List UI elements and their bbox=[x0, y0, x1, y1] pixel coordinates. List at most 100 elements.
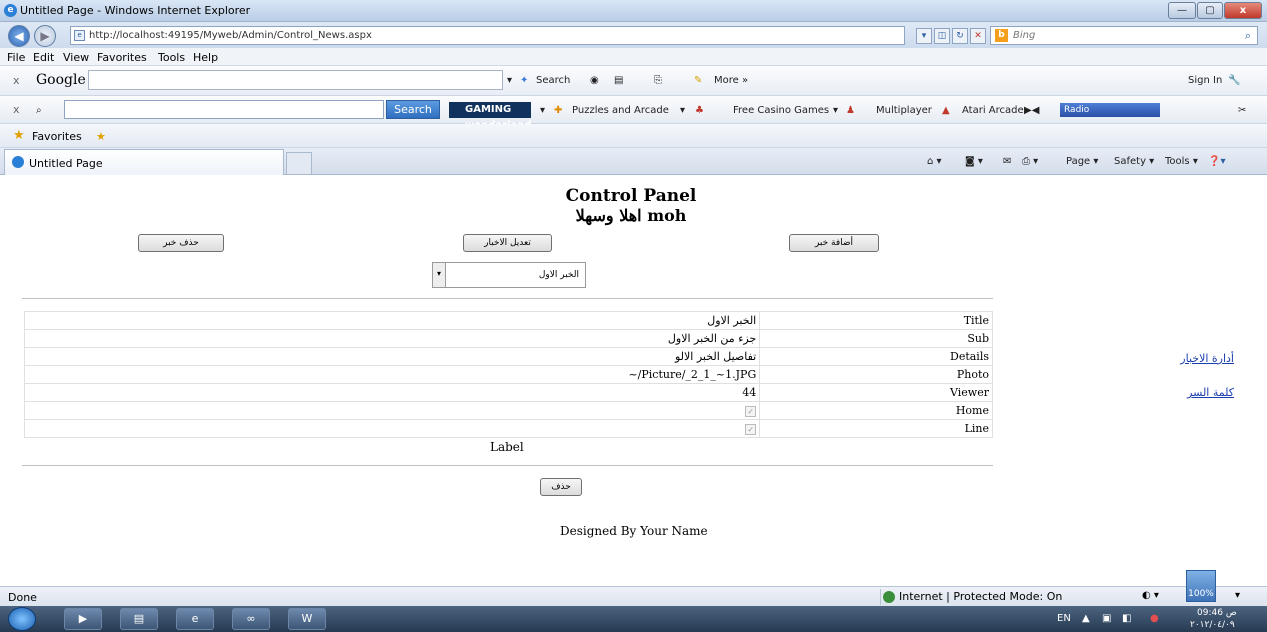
casino-link[interactable]: Free Casino Games bbox=[733, 105, 829, 116]
visual-studio-icon[interactable]: ∞ bbox=[232, 608, 270, 630]
details-key: Details bbox=[759, 347, 993, 366]
address-row: ◀ ▶ e http://localhost:49195/Myweb/Admin… bbox=[0, 22, 1267, 48]
start-button[interactable] bbox=[8, 607, 36, 631]
delete-button[interactable]: حذف bbox=[540, 478, 582, 496]
toolbar-search-button[interactable]: Search bbox=[386, 100, 440, 119]
globe-icon[interactable]: ◉ bbox=[590, 75, 599, 86]
wrench-icon[interactable]: 🔧 bbox=[1228, 75, 1240, 86]
language-indicator[interactable]: EN bbox=[1057, 613, 1071, 624]
explorer-icon[interactable]: ▤ bbox=[120, 608, 158, 630]
volume-icon[interactable]: ◧ bbox=[1122, 613, 1131, 624]
add-favorite-icon[interactable]: ★ bbox=[96, 130, 106, 143]
delete-news-button[interactable]: حذف خبر bbox=[138, 234, 224, 252]
protected-mode-icon[interactable]: ◐ ▾ bbox=[1142, 590, 1159, 601]
search-icon[interactable]: ⌕ bbox=[1245, 29, 1251, 43]
favorites-bar: ★ Favorites ★ bbox=[0, 124, 1267, 148]
news-dropdown[interactable]: ▾ الخبر الاول bbox=[432, 262, 586, 288]
help-icon[interactable]: ❓▾ bbox=[1208, 156, 1225, 167]
menu-edit[interactable]: Edit bbox=[33, 51, 54, 64]
tools-menu[interactable]: Tools ▾ bbox=[1165, 156, 1198, 167]
dropdown-arrow-icon[interactable]: ▾ bbox=[916, 28, 932, 44]
divider-top bbox=[22, 298, 993, 299]
clock-date[interactable]: ٢٠١٢/٠٤/٠٩ bbox=[1190, 620, 1235, 630]
gaming-dropdown-icon[interactable]: ▾ bbox=[540, 105, 545, 116]
sign-in-button[interactable]: Sign In bbox=[1188, 75, 1222, 86]
media-player-icon[interactable]: ▶ bbox=[64, 608, 102, 630]
atari-link[interactable]: Atari Arcade bbox=[962, 105, 1024, 116]
menu-file[interactable]: File bbox=[7, 51, 25, 64]
search-box[interactable]: b Bing ⌕ bbox=[990, 26, 1258, 45]
mail-icon[interactable]: ✉ bbox=[1003, 156, 1011, 167]
home-checkbox[interactable]: ✓ bbox=[745, 406, 757, 417]
casino-dropdown-icon[interactable]: ▾ bbox=[833, 105, 838, 116]
google-search-input[interactable] bbox=[88, 70, 503, 90]
compatibility-icon[interactable]: ◫ bbox=[934, 28, 950, 44]
multiplayer-link[interactable]: Multiplayer bbox=[876, 105, 932, 116]
address-bar[interactable]: e http://localhost:49195/Myweb/Admin/Con… bbox=[70, 26, 905, 45]
more-button[interactable]: More » bbox=[714, 75, 748, 86]
home-icon[interactable]: ⌂ ▾ bbox=[927, 156, 942, 167]
zoom-level[interactable]: 100% bbox=[1186, 570, 1216, 602]
menu-help[interactable]: Help bbox=[193, 51, 218, 64]
tray-expand-icon[interactable]: ▲ bbox=[1082, 613, 1090, 624]
forward-button[interactable]: ▶ bbox=[34, 25, 56, 47]
print-icon[interactable]: ⎙ ▾ bbox=[1022, 156, 1038, 167]
close-button[interactable]: x bbox=[1224, 2, 1262, 19]
highlight-icon[interactable]: ✎ bbox=[694, 75, 702, 86]
add-news-button[interactable]: أضافة خبر bbox=[789, 234, 879, 252]
chevron-down-icon[interactable]: ▾ bbox=[433, 263, 446, 287]
tab-untitled-page[interactable]: Untitled Page bbox=[4, 149, 284, 175]
minimize-button[interactable]: — bbox=[1168, 2, 1196, 19]
puzzles-dropdown-icon[interactable]: ▾ bbox=[680, 105, 685, 116]
zone-text: Internet | Protected Mode: On bbox=[899, 590, 1063, 603]
bing-icon: b bbox=[995, 29, 1008, 42]
radio-selector[interactable]: Radio bbox=[1060, 103, 1160, 117]
divider-bottom bbox=[22, 465, 993, 466]
bookmarks-icon[interactable]: ▤ bbox=[614, 75, 623, 86]
addon-toolbar: x ⌕ Search GAMING wonderland ▾ ✚ Puzzles… bbox=[0, 96, 1267, 131]
security-icon[interactable]: ● bbox=[1150, 613, 1159, 624]
password-link[interactable]: كلمة السر bbox=[1187, 386, 1234, 399]
safety-menu[interactable]: Safety ▾ bbox=[1114, 156, 1154, 167]
table-row: ~/Picture/_2_1_~1.JPG Photo bbox=[23, 365, 993, 384]
security-zone[interactable]: Internet | Protected Mode: On bbox=[880, 589, 1100, 605]
google-logo: Google bbox=[36, 72, 86, 88]
google-dropdown-icon[interactable]: ▾ bbox=[507, 75, 512, 86]
google-search-button[interactable]: Search bbox=[536, 75, 570, 86]
tab-row: Untitled Page ⌂ ▾ ◙ ▾ ✉ ⎙ ▾ Page ▾ Safet… bbox=[0, 148, 1267, 175]
status-bar: Done Internet | Protected Mode: On ◐ ▾ ▾ bbox=[0, 586, 1267, 606]
share-icon[interactable]: ⎘ bbox=[654, 75, 662, 86]
feeds-icon[interactable]: ◙ ▾ bbox=[965, 156, 983, 167]
stop-icon[interactable]: ✕ bbox=[970, 28, 986, 44]
puzzles-link[interactable]: Puzzles and Arcade bbox=[572, 105, 669, 116]
internet-explorer-icon[interactable]: e bbox=[176, 608, 214, 630]
maximize-button[interactable]: ▢ bbox=[1197, 2, 1223, 19]
line-checkbox[interactable]: ✓ bbox=[745, 424, 757, 435]
back-button[interactable]: ◀ bbox=[8, 25, 30, 47]
menu-tools[interactable]: Tools bbox=[158, 51, 185, 64]
taskbar: ▶ ▤ e ∞ W EN ▲ ▣ ◧ ● 09:46 ص ٢٠١٢/٠٤/٠٩ bbox=[0, 606, 1267, 632]
zoom-dropdown-icon[interactable]: ▾ bbox=[1235, 590, 1240, 601]
new-tab-button[interactable] bbox=[286, 152, 312, 174]
toolbar-search-input[interactable] bbox=[64, 100, 384, 119]
refresh-icon[interactable]: ↻ bbox=[952, 28, 968, 44]
google-search-icon: ✦ bbox=[520, 75, 529, 86]
favorites-star-icon[interactable]: ★ bbox=[13, 128, 25, 143]
radio-play-icon[interactable]: ▶◀ bbox=[1024, 105, 1039, 116]
edit-news-button[interactable]: تعديل الاخبار bbox=[463, 234, 552, 252]
photo-value: ~/Picture/_2_1_~1.JPG bbox=[23, 365, 761, 384]
menu-favorites[interactable]: Favorites bbox=[97, 51, 147, 64]
page-menu[interactable]: Page ▾ bbox=[1066, 156, 1098, 167]
news-details-table: الخبر الاول Title جزء من الخبر الاول Sub… bbox=[23, 311, 993, 438]
toolbar2-close-icon[interactable]: x bbox=[13, 103, 20, 116]
favorites-label[interactable]: Favorites bbox=[32, 130, 82, 143]
manage-news-link[interactable]: أدارة الاخبار bbox=[1180, 352, 1234, 365]
gaming-wonderland-logo[interactable]: GAMING wonderland bbox=[449, 102, 532, 131]
settings-icon[interactable]: ✂ bbox=[1238, 105, 1246, 116]
toolbar-close-icon[interactable]: x bbox=[13, 74, 20, 87]
word-icon[interactable]: W bbox=[288, 608, 326, 630]
network-icon[interactable]: ▣ bbox=[1102, 613, 1111, 624]
menu-view[interactable]: View bbox=[63, 51, 89, 64]
clock-time[interactable]: 09:46 ص bbox=[1197, 608, 1237, 618]
casino-icon: ♣ bbox=[695, 105, 704, 116]
